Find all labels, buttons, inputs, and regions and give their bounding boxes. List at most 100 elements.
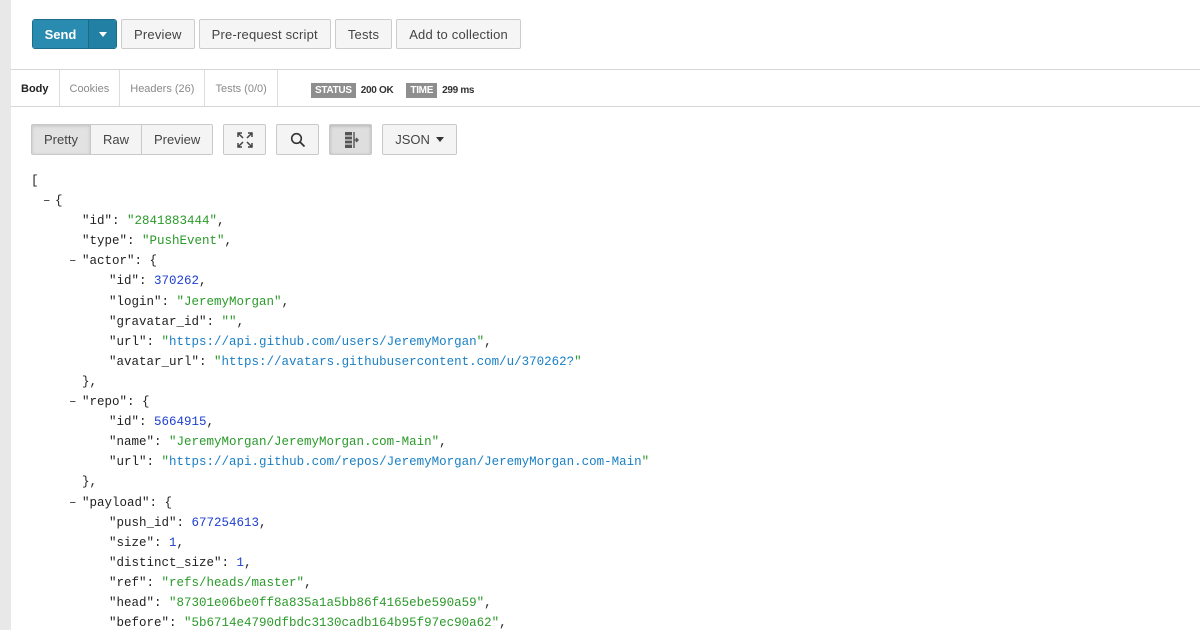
- code-token: ,: [176, 535, 185, 550]
- code-token: "JeremyMorgan": [176, 294, 282, 309]
- collapse-toggle-icon[interactable]: –: [69, 493, 77, 513]
- code-line-content: "type": "PushEvent",: [82, 231, 232, 251]
- code-token: ,: [484, 334, 492, 349]
- preview-button[interactable]: Preview: [121, 19, 195, 49]
- code-token: "avatar_url": [109, 354, 200, 369]
- code-token: : {: [149, 495, 173, 510]
- code-token: :: [199, 354, 215, 369]
- code-line: "ref": "refs/heads/master",: [0, 573, 1200, 593]
- code-line-content: },: [82, 472, 97, 492]
- code-line: "head": "87301e06be0ff8a835a1a5bb86f4165…: [0, 593, 1200, 613]
- code-token: "type": [82, 234, 128, 249]
- code-line: "type": "PushEvent",: [0, 231, 1200, 251]
- code-line: "id": 370262,: [0, 271, 1200, 291]
- code-line: "id": 5664915,: [0, 412, 1200, 432]
- code-token: "payload": [82, 495, 150, 510]
- tab-headers[interactable]: Headers (26): [120, 70, 206, 107]
- code-line: "url": "https://api.github.com/repos/Jer…: [0, 452, 1200, 472]
- url-link[interactable]: https://api.github.com/repos/JeremyMorga…: [169, 455, 642, 469]
- code-token: "JeremyMorgan/JeremyMorgan.com-Main": [169, 435, 440, 450]
- code-line: "avatar_url": "https://avatars.githubuse…: [0, 352, 1200, 372]
- code-line: "size": 1,: [0, 533, 1200, 553]
- fullscreen-button[interactable]: [223, 124, 267, 155]
- caret-down-icon: [435, 137, 444, 142]
- code-token: : {: [134, 254, 158, 269]
- code-token: :: [146, 455, 162, 470]
- collapse-toggle-icon[interactable]: –: [69, 251, 77, 271]
- code-token: 677254613: [191, 515, 260, 530]
- tab-tests[interactable]: Tests (0/0): [205, 70, 278, 107]
- wrap-lines-toggle[interactable]: [329, 124, 373, 155]
- code-token: ,: [217, 214, 225, 229]
- code-token: :: [139, 274, 155, 289]
- code-token: },: [82, 475, 98, 490]
- collapse-toggle-icon[interactable]: –: [69, 392, 77, 412]
- code-line-content: {: [55, 191, 63, 211]
- url-link[interactable]: https://api.github.com/users/JeremyMorga…: [169, 335, 477, 349]
- code-line: },: [0, 472, 1200, 492]
- code-token: :: [176, 515, 192, 530]
- code-token: ,: [236, 314, 245, 329]
- json-code-view[interactable]: [–{"id": "2841883444", "type": "PushEvent…: [0, 171, 1200, 630]
- code-line: – "repo": {: [0, 392, 1200, 412]
- code-line: –{: [0, 191, 1200, 211]
- code-token: },: [82, 374, 98, 389]
- time-badge: TIME: [406, 83, 438, 98]
- code-token: "url": [109, 455, 147, 470]
- code-line-content: "name": "JeremyMorgan/JeremyMorgan.com-M…: [109, 432, 447, 452]
- code-line: "login": "JeremyMorgan",: [0, 292, 1200, 312]
- code-token: ": [641, 455, 650, 470]
- code-token: 1: [169, 535, 177, 550]
- code-token: "login": [109, 294, 162, 309]
- code-token: "push_id": [109, 515, 177, 530]
- code-token: ,: [259, 515, 267, 530]
- send-options-dropdown[interactable]: [88, 20, 116, 48]
- code-token: :: [139, 415, 155, 430]
- code-token: :: [112, 214, 128, 229]
- pre-request-script-button[interactable]: Pre-request script: [198, 19, 331, 49]
- code-token: "5b6714e4790dfbdc3130cadb164b95f97ec90a6…: [184, 616, 500, 630]
- tabs-divider: [11, 106, 1200, 107]
- format-dropdown[interactable]: JSON: [382, 124, 457, 155]
- preview-view-button[interactable]: Preview: [141, 125, 213, 154]
- collapse-toggle-icon[interactable]: –: [43, 191, 51, 211]
- code-token: "2841883444": [127, 214, 218, 229]
- format-label: JSON: [395, 132, 430, 147]
- caret-down-icon: [98, 31, 107, 37]
- code-token: ": [161, 455, 170, 470]
- code-token: ,: [199, 274, 207, 289]
- code-line-content: "id": 370262,: [109, 271, 207, 291]
- code-token: {: [55, 194, 63, 209]
- code-line-content: },: [82, 372, 97, 392]
- code-token: "size": [109, 535, 155, 550]
- code-line-content: "avatar_url": "https://avatars.githubuse…: [109, 352, 582, 372]
- code-line-content: [: [31, 171, 39, 191]
- search-button[interactable]: [276, 124, 320, 155]
- tab-cookies[interactable]: Cookies: [60, 70, 121, 107]
- code-token: ": [161, 334, 170, 349]
- raw-button[interactable]: Raw: [90, 125, 142, 154]
- code-token: :: [154, 435, 170, 450]
- code-line-content: "url": "https://api.github.com/users/Jer…: [109, 332, 492, 352]
- wrap-lines-icon: [344, 131, 359, 148]
- code-token: "distinct_size": [109, 555, 222, 570]
- code-token: ": [574, 354, 582, 369]
- code-line: – "actor": {: [0, 251, 1200, 271]
- code-token: 1: [236, 555, 245, 570]
- tests-button[interactable]: Tests: [334, 19, 393, 49]
- code-line: "before": "5b6714e4790dfbdc3130cadb164b9…: [0, 613, 1200, 630]
- tab-body[interactable]: Body: [11, 70, 60, 107]
- status-badge: STATUS: [311, 83, 356, 98]
- url-link[interactable]: https://avatars.githubusercontent.com/u/…: [222, 355, 575, 369]
- code-line: "url": "https://api.github.com/users/Jer…: [0, 332, 1200, 352]
- pretty-button[interactable]: Pretty: [32, 125, 91, 154]
- code-token: :: [154, 535, 170, 550]
- code-token: ,: [244, 555, 252, 570]
- code-token: 5664915: [154, 415, 207, 430]
- code-token: "ref": [109, 575, 147, 590]
- code-line-content: "ref": "refs/heads/master",: [109, 573, 312, 593]
- add-to-collection-button[interactable]: Add to collection: [396, 19, 521, 49]
- code-line: – "payload": {: [0, 493, 1200, 513]
- send-button[interactable]: Send: [33, 20, 88, 48]
- code-token: ,: [439, 435, 447, 450]
